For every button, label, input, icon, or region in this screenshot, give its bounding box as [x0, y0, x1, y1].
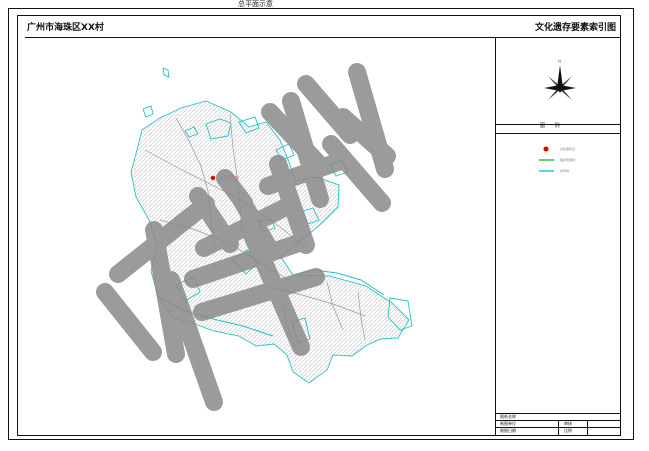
- meta-row1-label: 图纸名称: [500, 414, 516, 419]
- meta-row3-right: 比例: [564, 428, 572, 433]
- meta-row3-left: 制图日期: [500, 428, 516, 433]
- legend-label-2: 保护范围线: [560, 158, 576, 162]
- meta-row2-left: 制图单位: [500, 421, 516, 426]
- meta-row2-right: 审核: [564, 421, 572, 426]
- legend-red-dot-icon: [543, 146, 549, 152]
- legend-label-3: 村界线: [560, 169, 570, 173]
- legend-symbols: [539, 146, 554, 172]
- metadata-table: 图纸名称 制图单位 审核 制图日期 比例: [496, 413, 620, 435]
- legend-label-1: 文化遗存点: [560, 147, 576, 151]
